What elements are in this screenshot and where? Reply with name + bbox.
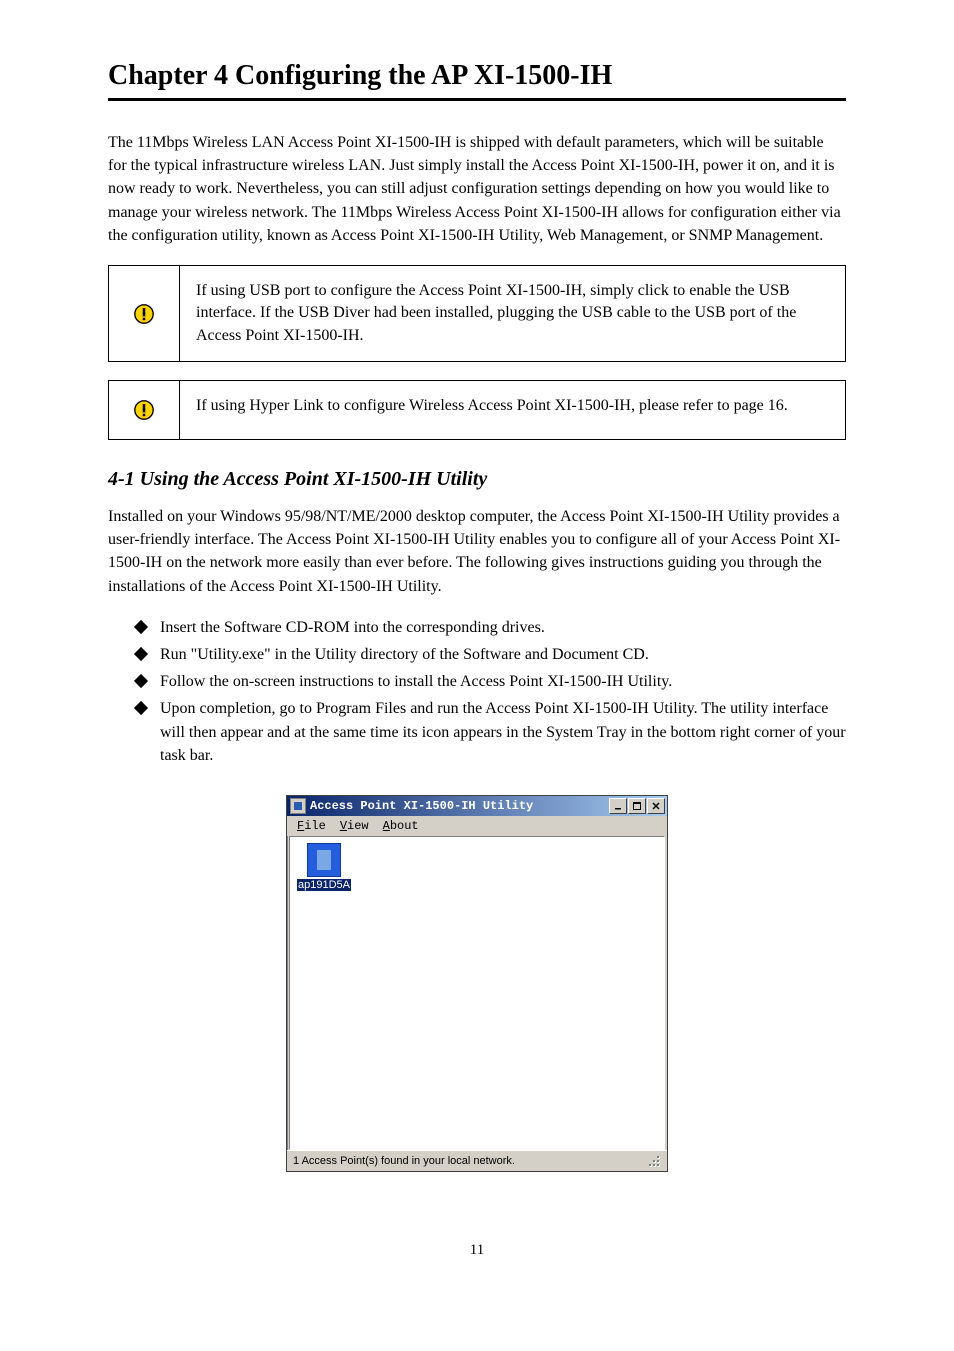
heading-rule bbox=[108, 98, 846, 101]
close-button[interactable] bbox=[647, 798, 665, 814]
window-titlebar[interactable]: Access Point XI-1500-IH Utility bbox=[287, 796, 667, 816]
menu-file[interactable]: File bbox=[291, 818, 332, 834]
access-point-item[interactable]: ap191D5A bbox=[296, 843, 352, 891]
intro-paragraph: The 11Mbps Wireless LAN Access Point XI-… bbox=[108, 131, 846, 247]
section-intro: Installed on your Windows 95/98/NT/ME/20… bbox=[108, 505, 846, 598]
access-point-icon bbox=[307, 843, 341, 877]
status-text: 1 Access Point(s) found in your local ne… bbox=[293, 1155, 515, 1167]
bullet-text: Insert the Software CD-ROM into the corr… bbox=[160, 616, 545, 639]
bullet-text: Follow the on-screen instructions to ins… bbox=[160, 670, 672, 693]
app-icon bbox=[290, 798, 306, 814]
warning-icon bbox=[133, 303, 155, 325]
chapter-title: Chapter 4 Configuring the AP XI-1500-IH bbox=[108, 60, 846, 92]
warning-icon bbox=[133, 399, 155, 421]
menu-view[interactable]: View bbox=[334, 818, 375, 834]
bullet-text: Run "Utility.exe" in the Utility directo… bbox=[160, 643, 649, 666]
utility-window: Access Point XI-1500-IH Utility File Vie… bbox=[286, 795, 668, 1172]
resize-grip-icon[interactable] bbox=[647, 1154, 661, 1168]
menubar: File View About bbox=[287, 816, 667, 836]
note-text-2: If using Hyper Link to configure Wireles… bbox=[180, 381, 845, 439]
bullet-text: Upon completion, go to Program Files and… bbox=[160, 697, 846, 767]
page-number: 11 bbox=[108, 1242, 846, 1259]
list-item: Insert the Software CD-ROM into the corr… bbox=[136, 616, 846, 639]
diamond-bullet-icon bbox=[134, 701, 148, 715]
maximize-button[interactable] bbox=[628, 798, 646, 814]
diamond-bullet-icon bbox=[134, 674, 148, 688]
list-item: Run "Utility.exe" in the Utility directo… bbox=[136, 643, 846, 666]
diamond-bullet-icon bbox=[134, 647, 148, 661]
note-box-1: If using USB port to configure the Acces… bbox=[108, 265, 846, 362]
warning-icon-cell bbox=[109, 266, 180, 361]
section-heading: 4-1 Using the Access Point XI-1500-IH Ut… bbox=[108, 468, 846, 491]
access-point-label: ap191D5A bbox=[297, 879, 351, 891]
note-text-1: If using USB port to configure the Acces… bbox=[180, 266, 845, 361]
list-item: Follow the on-screen instructions to ins… bbox=[136, 670, 846, 693]
window-title: Access Point XI-1500-IH Utility bbox=[310, 799, 609, 813]
diamond-bullet-icon bbox=[134, 620, 148, 634]
list-item: Upon completion, go to Program Files and… bbox=[136, 697, 846, 767]
client-area[interactable]: ap191D5A bbox=[289, 836, 665, 1150]
bullet-list: Insert the Software CD-ROM into the corr… bbox=[136, 616, 846, 767]
screenshot-figure: Access Point XI-1500-IH Utility File Vie… bbox=[108, 795, 846, 1172]
note-box-2: If using Hyper Link to configure Wireles… bbox=[108, 380, 846, 440]
menu-about[interactable]: About bbox=[377, 818, 425, 834]
statusbar: 1 Access Point(s) found in your local ne… bbox=[287, 1150, 667, 1171]
warning-icon-cell bbox=[109, 381, 180, 439]
minimize-button[interactable] bbox=[609, 798, 627, 814]
